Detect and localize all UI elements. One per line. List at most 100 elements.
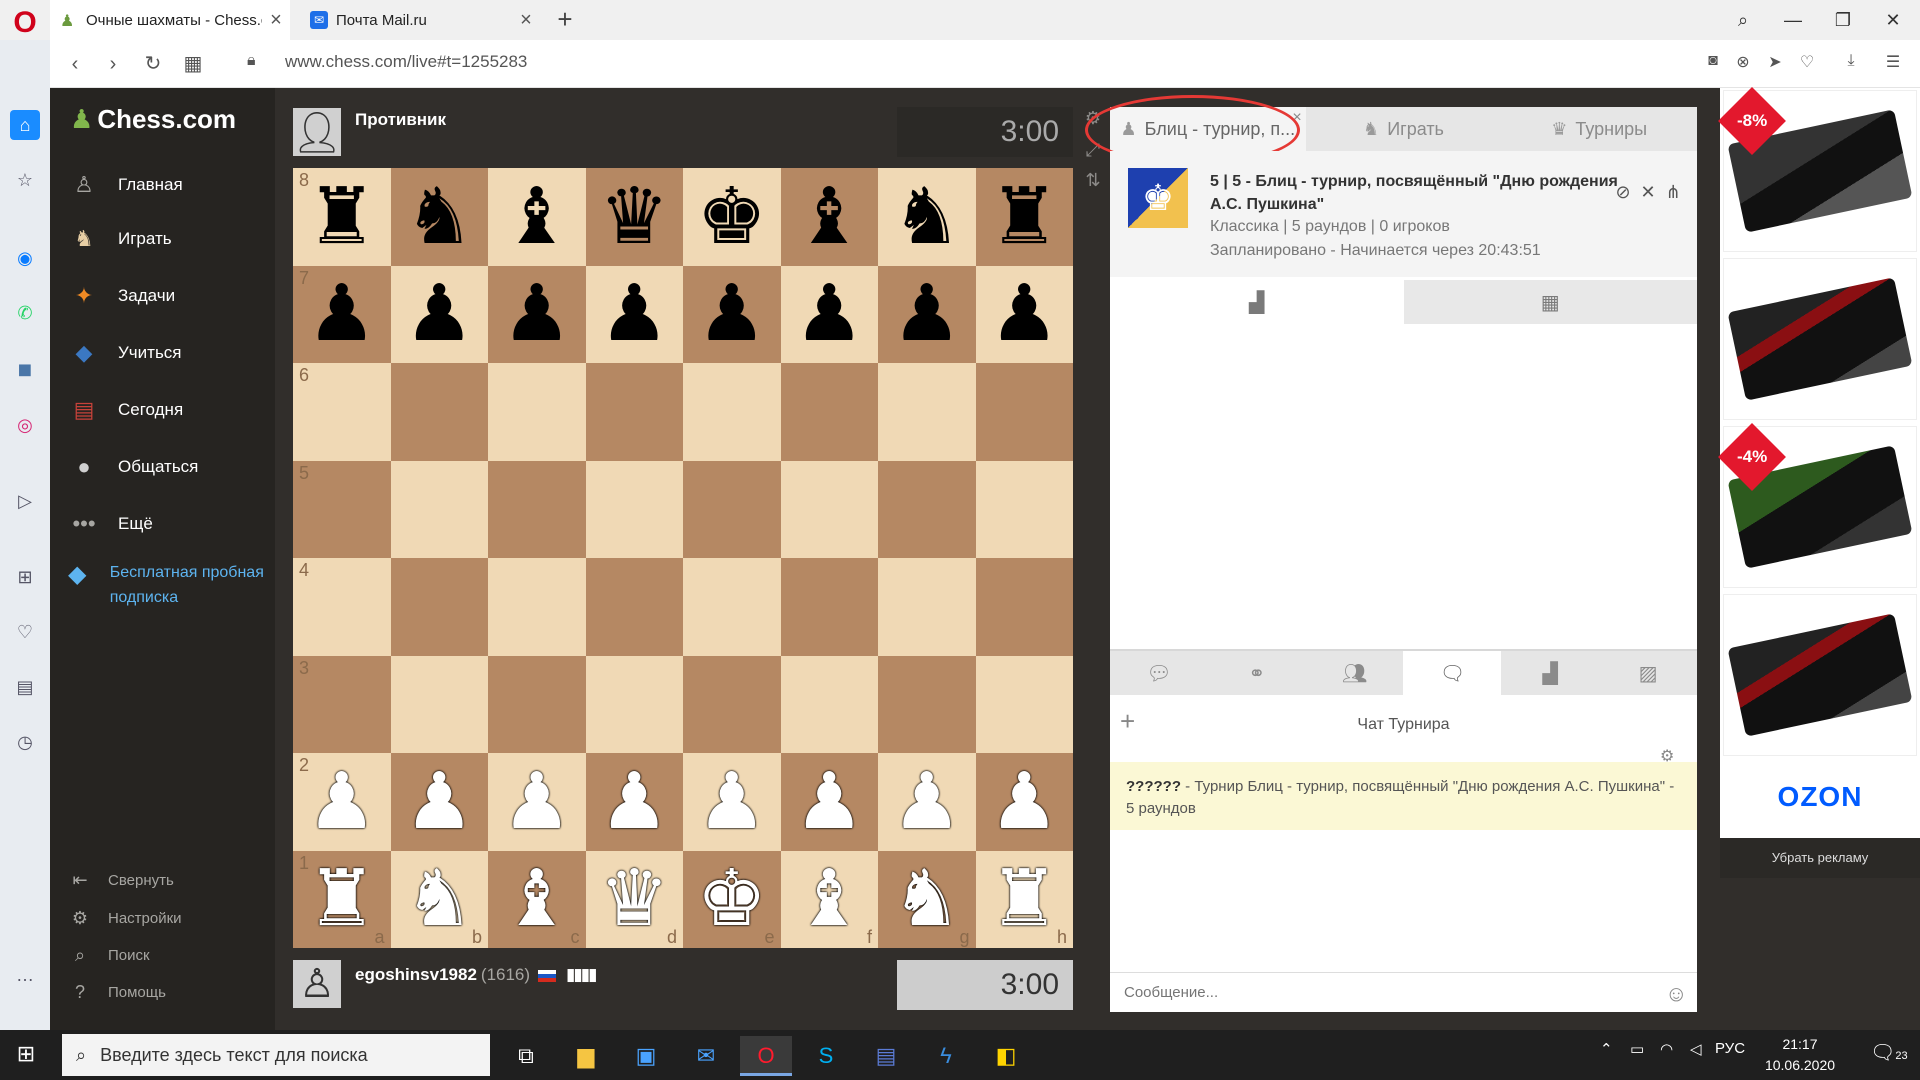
black-pawn-piece[interactable]: ♟	[599, 275, 669, 353]
white-pawn-piece[interactable]: ♟	[307, 763, 377, 841]
square-b4[interactable]	[390, 558, 488, 656]
ozon-logo[interactable]: OZON	[1723, 762, 1917, 832]
player-avatar[interactable]: ♙	[293, 960, 341, 1008]
ad-gpu-1[interactable]: -8%	[1718, 87, 1917, 252]
subtab-games[interactable]: ▦	[1403, 280, 1697, 324]
minimize-icon[interactable]: —	[1770, 2, 1816, 38]
heart-icon[interactable]: ♡	[1794, 52, 1820, 76]
chess-logo[interactable]: ♟ Chess.com	[70, 104, 236, 135]
ad-gpu-4[interactable]	[1723, 594, 1917, 756]
opera-logo-icon[interactable]: O	[8, 6, 42, 40]
bookmarks-star-icon[interactable]: ☆	[10, 165, 40, 195]
browser-tab-mail[interactable]: ✉ Почта Mail.ru ×	[300, 0, 540, 40]
white-pawn-piece[interactable]: ♟	[892, 763, 962, 841]
more-dots-icon[interactable]: …	[10, 960, 40, 990]
nav-search[interactable]: ⌕ Поиск	[68, 940, 150, 970]
square-e1[interactable]: e ♚	[683, 850, 781, 948]
nav-item-home[interactable]: ♙ Главная	[68, 165, 183, 205]
download-icon[interactable]: ⤓	[1838, 52, 1864, 76]
white-pawn-piece[interactable]: ♟	[599, 763, 669, 841]
square-d8[interactable]: ♛	[585, 168, 683, 266]
new-tab-icon[interactable]: +	[550, 4, 580, 36]
black-knight-piece[interactable]: ♞	[404, 178, 474, 256]
tab-tournament-chat[interactable]: 🗨︎	[1403, 651, 1502, 695]
close-window-icon[interactable]: ✕	[1870, 2, 1916, 38]
square-b7[interactable]: ♟	[390, 265, 488, 363]
nav-item-today[interactable]: ▤ Сегодня	[68, 390, 184, 430]
square-h6[interactable]	[975, 363, 1073, 461]
white-knight-piece[interactable]: ♞	[892, 860, 962, 938]
tray-up-arrow-icon[interactable]: ⌃	[1600, 1040, 1613, 1058]
ad-gpu-2[interactable]	[1723, 258, 1917, 420]
sticky-notes-icon[interactable]: ◧	[980, 1036, 1032, 1076]
ad-gpu-3[interactable]: -4%	[1718, 423, 1917, 588]
square-f7[interactable]: ♟	[780, 265, 878, 363]
white-pawn-piece[interactable]: ♟	[697, 763, 767, 841]
taskbar-search[interactable]: ⌕ Введите здесь текст для поиска	[62, 1034, 490, 1076]
square-d2[interactable]: ♟	[585, 753, 683, 851]
black-pawn-piece[interactable]: ♟	[989, 275, 1059, 353]
nav-help[interactable]: ? Помощь	[68, 977, 166, 1007]
black-bishop-piece[interactable]: ♝	[794, 178, 864, 256]
battery-icon[interactable]: ▭	[1630, 1040, 1644, 1058]
square-h5[interactable]	[975, 460, 1073, 558]
white-bishop-piece[interactable]: ♝	[502, 860, 572, 938]
square-b2[interactable]: ♟	[390, 753, 488, 851]
notifications-icon[interactable]: 🗨︎23	[1870, 1040, 1908, 1065]
close-icon[interactable]: ✕	[1637, 182, 1659, 204]
square-e6[interactable]	[683, 363, 781, 461]
tab-standings[interactable]: ▟	[1501, 651, 1599, 695]
square-h8[interactable]: ♜	[975, 168, 1073, 266]
square-e4[interactable]	[683, 558, 781, 656]
square-c2[interactable]: ♟	[488, 753, 586, 851]
square-e8[interactable]: ♚	[683, 168, 781, 266]
white-pawn-piece[interactable]: ♟	[502, 763, 572, 841]
tab-players[interactable]: 👥︎	[1306, 651, 1404, 695]
flip-board-icon[interactable]: ⇅	[1082, 170, 1104, 194]
windows-start-icon[interactable]: ⊞	[12, 1041, 40, 1069]
square-e2[interactable]: ♟	[683, 753, 781, 851]
square-a3[interactable]: 3	[293, 655, 391, 753]
square-d3[interactable]	[585, 655, 683, 753]
messenger-icon[interactable]: ◉	[10, 243, 40, 273]
square-h2[interactable]: ♟	[975, 753, 1073, 851]
nav-item-social[interactable]: ● Общаться	[68, 447, 198, 487]
square-g2[interactable]: ♟	[878, 753, 976, 851]
black-queen-piece[interactable]: ♛	[599, 178, 669, 256]
square-h3[interactable]	[975, 655, 1073, 753]
square-h7[interactable]: ♟	[975, 265, 1073, 363]
wifi-icon[interactable]: ◠	[1660, 1040, 1673, 1058]
square-d6[interactable]	[585, 363, 683, 461]
white-rook-piece[interactable]: ♜	[307, 860, 377, 938]
square-b1[interactable]: b ♞	[390, 850, 488, 948]
white-pawn-piece[interactable]: ♟	[794, 763, 864, 841]
square-h1[interactable]: h ♜	[975, 850, 1073, 948]
tab-tournaments[interactable]: ♛ Турниры	[1501, 107, 1697, 151]
task-view-icon[interactable]: ⧉	[500, 1036, 552, 1076]
square-g5[interactable]	[878, 460, 976, 558]
adblock-icon[interactable]: ⊗	[1730, 52, 1756, 76]
square-a8[interactable]: 8 ♜	[293, 168, 391, 266]
square-d7[interactable]: ♟	[585, 265, 683, 363]
home-icon[interactable]: ⌂	[10, 110, 40, 140]
mail-icon[interactable]: ✉	[680, 1036, 732, 1076]
browser-tab-chess[interactable]: ♟ Очные шахматы - Chess.co ×	[50, 0, 290, 40]
emoji-smiley-icon[interactable]: ☺	[1665, 981, 1687, 1007]
send-flow-icon[interactable]: ▷	[10, 486, 40, 516]
player-name[interactable]: egoshinsv1982	[355, 965, 477, 984]
white-rook-piece[interactable]: ♜	[989, 860, 1059, 938]
square-f8[interactable]: ♝	[780, 168, 878, 266]
white-pawn-piece[interactable]: ♟	[404, 763, 474, 841]
search-tabs-icon[interactable]: ⌕	[1720, 2, 1766, 38]
free-trial-link[interactable]: ◆ Бесплатная пробная подписка	[68, 560, 278, 610]
remove-ads-link[interactable]: Убрать рекламу	[1720, 838, 1920, 878]
square-g8[interactable]: ♞	[878, 168, 976, 266]
square-f2[interactable]: ♟	[780, 753, 878, 851]
lightning-app-icon[interactable]: ϟ	[920, 1036, 972, 1076]
black-king-piece[interactable]: ♚	[697, 178, 767, 256]
square-g4[interactable]	[878, 558, 976, 656]
white-knight-piece[interactable]: ♞	[404, 860, 474, 938]
square-a7[interactable]: 7 ♟	[293, 265, 391, 363]
square-b5[interactable]	[390, 460, 488, 558]
save-app-icon[interactable]: ▤	[860, 1036, 912, 1076]
